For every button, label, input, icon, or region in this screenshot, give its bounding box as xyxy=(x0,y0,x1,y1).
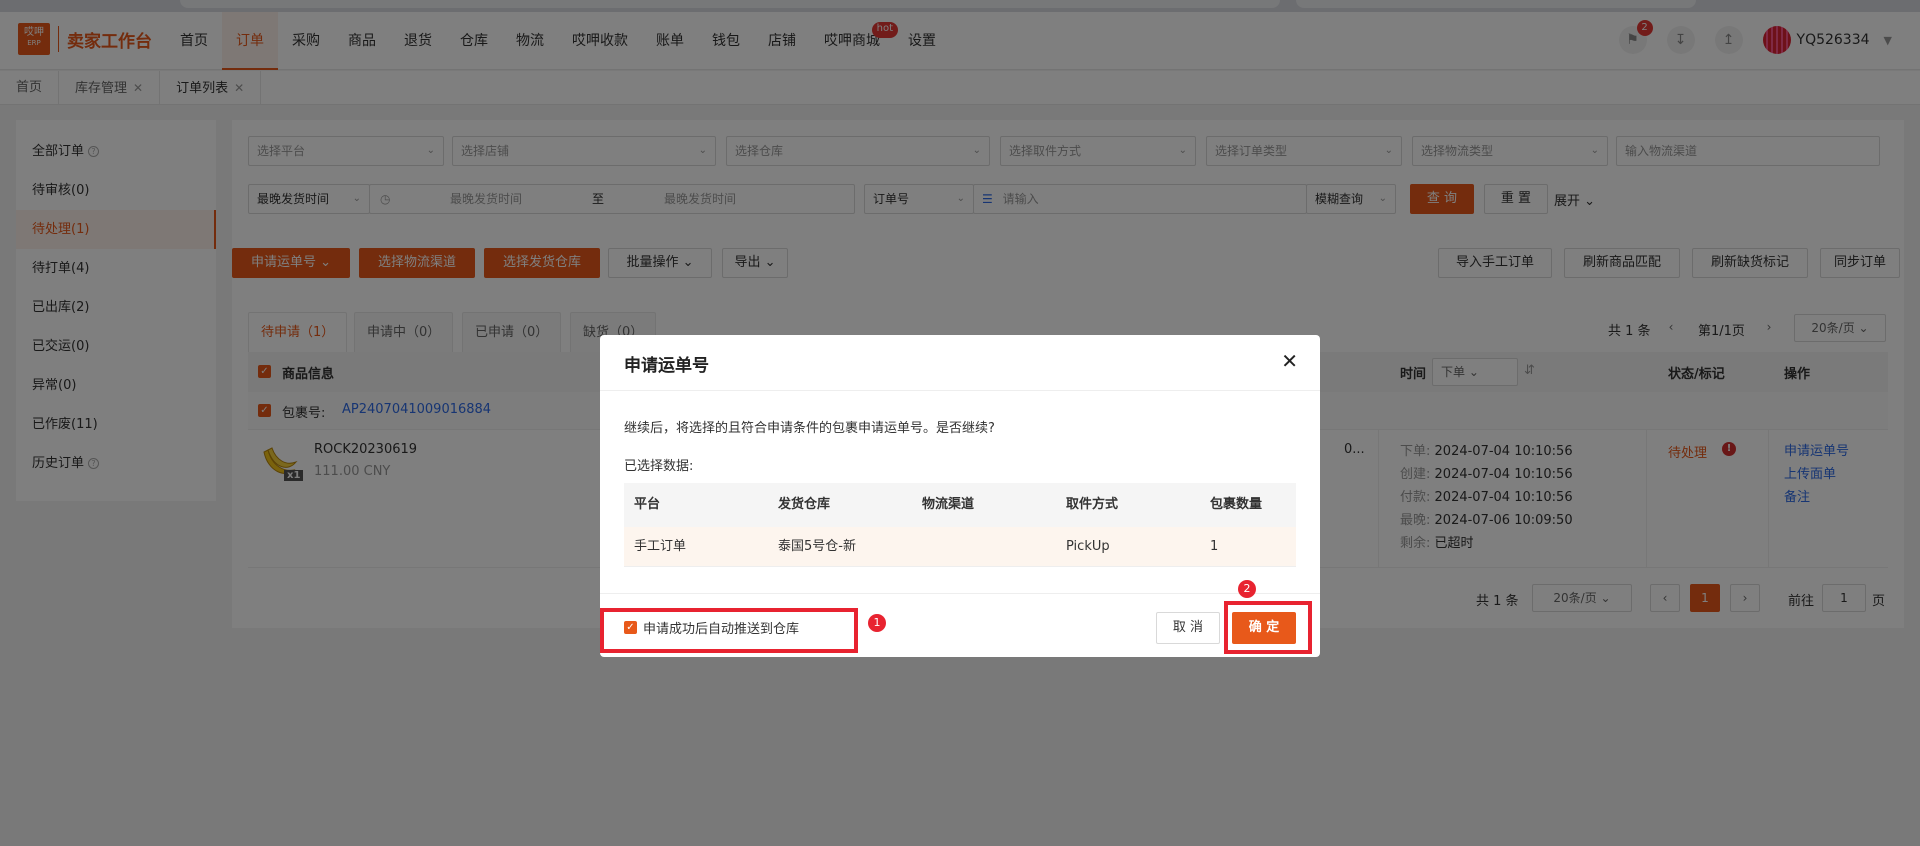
dialog-title: 申请运单号 xyxy=(624,356,709,376)
selected-table-header: 平台 发货仓库 物流渠道 取件方式 包裹数量 xyxy=(624,483,1296,527)
annotation-2: 2 xyxy=(1238,580,1256,598)
highlight-box-1 xyxy=(600,608,858,653)
table-row: 手工订单 泰国5号仓-新 PickUp 1 xyxy=(624,527,1296,567)
close-icon[interactable]: ✕ xyxy=(1281,349,1298,373)
selected-data-label: 已选择数据: xyxy=(624,459,694,474)
dialog-header: 申请运单号 ✕ xyxy=(600,335,1320,391)
highlight-box-2 xyxy=(1224,601,1312,654)
dialog-message: 继续后，将选择的且符合申请条件的包裹申请运单号。是否继续? xyxy=(624,421,995,436)
cancel-button[interactable]: 取 消 xyxy=(1156,612,1220,644)
selected-data-table: 平台 发货仓库 物流渠道 取件方式 包裹数量 手工订单 泰国5号仓-新 Pick… xyxy=(624,483,1296,567)
annotation-1: 1 xyxy=(868,614,886,632)
